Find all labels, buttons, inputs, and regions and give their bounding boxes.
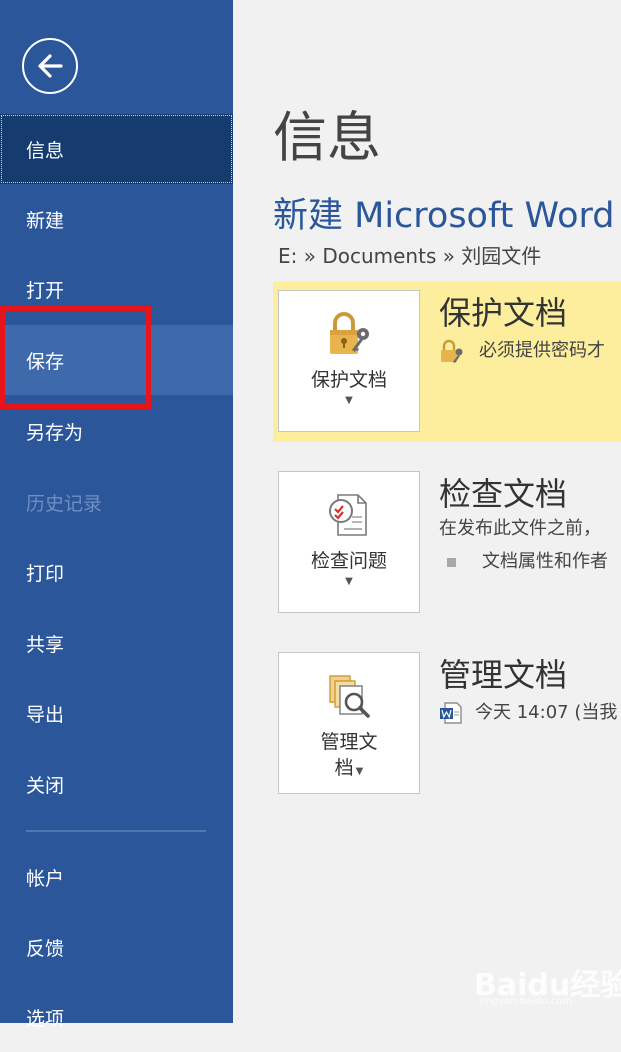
manage-section: 管理文 档 ▼ 管理文档 今天 14:07 (当我 [273,644,621,804]
document-title: 新建 Microsoft Word [273,196,615,236]
nav-item-save-as[interactable]: 另存为 [0,396,233,466]
protect-section: 保护文档 ▼ 保护文档 必须提供密码才 [273,282,621,442]
inspect-description: 在发布此文件之前， [439,518,601,539]
version-entry[interactable]: 今天 14:07 (当我 [439,700,617,726]
protect-description: 必须提供密码才 [439,338,605,364]
small-lock-key-icon [441,339,463,363]
nav-item-save[interactable]: 保存 [0,325,233,395]
check-for-issues-label: 检查问题 [310,550,387,572]
page-title: 信息 [273,106,381,169]
nav-item-export[interactable]: 导出 [0,678,233,748]
nav-item-print[interactable]: 打印 [0,537,233,607]
nav-item-options[interactable]: 选项 [0,982,233,1052]
inspect-heading: 检查文档 [439,475,568,513]
info-panel: 信息 新建 Microsoft Word E: » Documents » 刘园… [233,0,621,1023]
nav-item-share[interactable]: 共享 [0,608,233,678]
word-document-icon [440,702,462,724]
manage-versions-icon [329,675,370,718]
chevron-down-icon: ▼ [345,576,353,587]
manage-document-label: 管理文 档 ▼ [320,731,378,779]
nav-item-info[interactable]: 信息 [0,114,233,184]
nav-item-account[interactable]: 帐户 [0,842,233,912]
chevron-down-icon: ▼ [345,395,353,406]
manage-document-button[interactable]: 管理文 档 ▼ [278,652,420,794]
inspect-document-icon [329,494,367,536]
nav-item-history: 历史记录 [26,492,103,515]
check-for-issues-button[interactable]: 检查问题 ▼ [278,471,420,613]
breadcrumb: E: » Documents » 刘园文件 [278,244,542,268]
arrow-left-circle-icon [38,54,63,78]
nav-item-close[interactable]: 关闭 [0,749,233,819]
back-button[interactable] [22,38,78,94]
inspect-section: 检查问题 ▼ 检查文档 在发布此文件之前， 文档属性和作者 [273,463,621,623]
nav-item-feedback[interactable]: 反馈 [0,912,233,982]
inspect-bullet-item: 文档属性和作者 [439,549,608,575]
sidebar-divider [26,830,206,832]
nav-item-new[interactable]: 新建 [0,184,233,254]
protect-document-button[interactable]: 保护文档 ▼ [278,290,420,432]
protect-heading: 保护文档 [439,294,568,332]
lock-key-icon [330,312,369,354]
bullet-icon [447,557,456,567]
chevron-down-icon: ▼ [355,766,364,777]
backstage-sidebar: 信息 新建 打开 保存 另存为 历史记录 打印 共享 导出 关闭 帐户 反馈 选… [0,0,233,1030]
manage-heading: 管理文档 [439,656,568,694]
protect-document-label: 保护文档 [310,369,387,391]
nav-item-open[interactable]: 打开 [0,254,233,324]
